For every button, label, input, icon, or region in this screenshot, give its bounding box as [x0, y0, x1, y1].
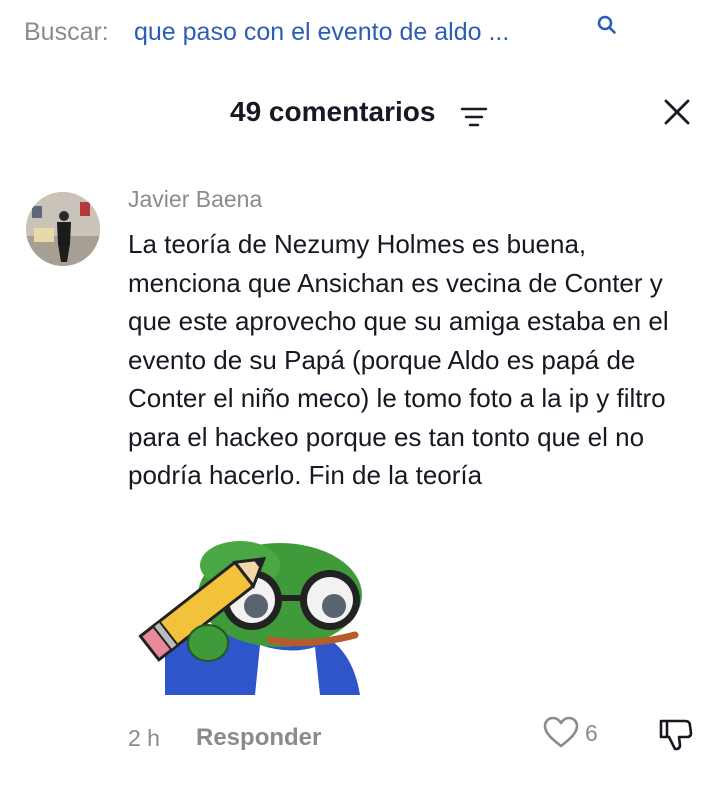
comment-time: 2 h [128, 725, 160, 751]
sort-icon[interactable] [460, 106, 488, 128]
search-bar[interactable]: Buscar: que paso con el evento de aldo .… [0, 0, 720, 66]
comment-count: 49 comentarios [230, 96, 436, 127]
heart-icon[interactable] [542, 715, 580, 749]
like-count: 6 [585, 720, 598, 746]
search-icon[interactable] [596, 14, 618, 36]
pepe-frog-pencil-sticker [138, 541, 362, 695]
close-icon[interactable] [660, 95, 694, 129]
search-query[interactable]: que paso con el evento de aldo ... [134, 18, 509, 47]
dislike-icon[interactable] [657, 715, 695, 753]
search-prefix: Buscar: [24, 18, 109, 46]
comment-author[interactable]: Javier Baena [128, 186, 262, 213]
reply-button[interactable]: Responder [196, 724, 321, 752]
comments-header: 49 comentarios [0, 86, 720, 138]
comment-actions: 2 h Responder 6 [0, 712, 720, 762]
comment-text: La teoría de Nezumy Holmes es buena, men… [128, 229, 669, 490]
avatar-photo [26, 192, 100, 266]
avatar[interactable] [26, 192, 100, 266]
